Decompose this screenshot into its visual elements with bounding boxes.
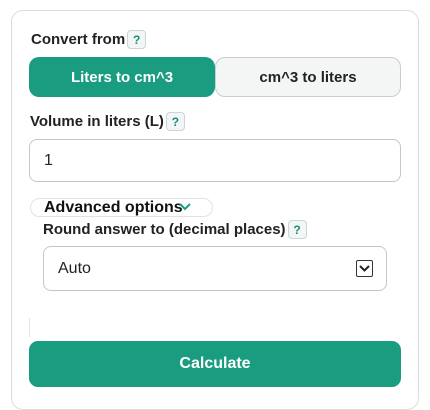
- advanced-options-label: Advanced options: [44, 198, 183, 216]
- rounding-label: Round answer to (decimal places) ?: [43, 220, 307, 239]
- volume-input-value: 1: [44, 151, 53, 169]
- rounding-label-text: Round answer to (decimal places): [43, 221, 286, 238]
- convert-from-help-icon[interactable]: ?: [127, 30, 147, 49]
- divider-line: [29, 318, 30, 337]
- advanced-options-toggle[interactable]: Advanced options: [30, 198, 213, 217]
- tab-liters-to-cm3[interactable]: Liters to cm^3: [29, 57, 215, 97]
- volume-label-text: Volume in liters (L): [30, 113, 164, 130]
- convert-from-text: Convert from: [31, 31, 126, 48]
- rounding-select[interactable]: Auto: [43, 246, 387, 291]
- tab-cm3-to-liters[interactable]: cm^3 to liters: [215, 57, 401, 97]
- rounding-help-icon[interactable]: ?: [287, 220, 307, 239]
- calculate-button[interactable]: Calculate: [29, 341, 401, 387]
- volume-input[interactable]: 1: [29, 139, 401, 182]
- convert-from-label: Convert from ?: [31, 30, 147, 49]
- volume-help-icon[interactable]: ?: [165, 112, 185, 131]
- chevron-down-icon: [178, 202, 191, 214]
- volume-label: Volume in liters (L) ?: [30, 112, 185, 131]
- dropdown-arrow-icon: [356, 260, 373, 277]
- rounding-selected-value: Auto: [58, 259, 91, 277]
